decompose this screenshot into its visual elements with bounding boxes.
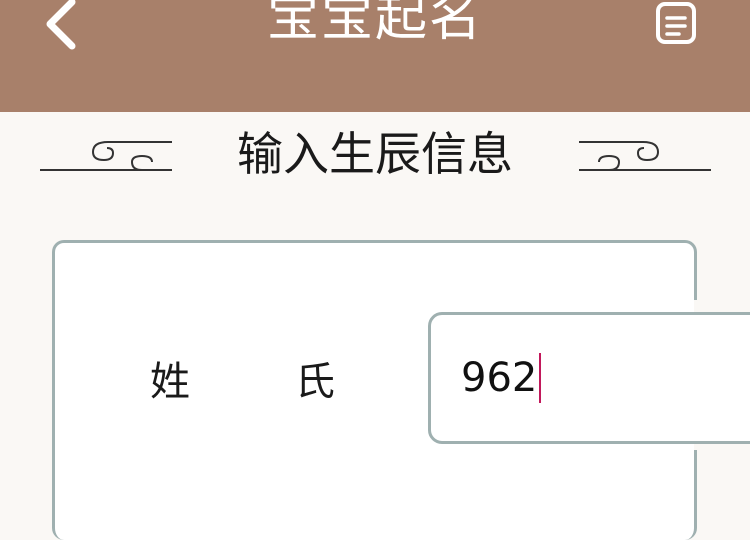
cloud-scroll-ornament-right — [579, 141, 711, 171]
page-title: 宝宝起名 — [266, 0, 483, 48]
surname-input[interactable]: 962 — [428, 312, 750, 444]
section-heading: 输入生辰信息 — [0, 118, 750, 190]
surname-input-value: 962 — [461, 355, 538, 401]
records-button[interactable] — [648, 0, 704, 48]
app-header: 宝宝起名 — [0, 0, 750, 112]
text-caret — [539, 353, 542, 403]
surname-label: 姓氏 — [150, 359, 440, 405]
clipboard-list-icon — [656, 2, 696, 44]
